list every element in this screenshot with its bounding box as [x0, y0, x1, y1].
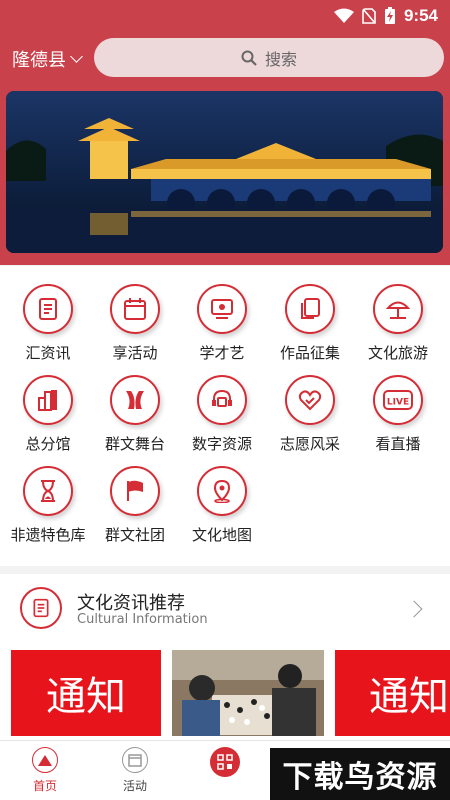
grid-item-works[interactable]: 作品征集 — [266, 266, 354, 362]
header-background: 9:54 隆德县 搜索 — [0, 0, 450, 265]
grid-item-activities[interactable]: 享活动 — [91, 266, 179, 362]
tab-label: 活动 — [122, 779, 147, 793]
live-icon: LIVE — [373, 375, 423, 425]
location-label: 隆德县 — [12, 50, 66, 71]
activity-icon — [122, 747, 148, 773]
qr-scan-icon — [210, 747, 240, 777]
headset-screen-icon — [197, 375, 247, 425]
tab-label: 首页 — [32, 779, 57, 793]
tab-scan[interactable] — [190, 747, 260, 781]
grid-label: 文化地图 — [191, 526, 252, 544]
search-icon — [241, 50, 257, 66]
function-grid: 汇资讯 享活动 学才艺 作品征集 文化旅游 总分馆 群文舞台 数字资源 志愿风采… — [0, 266, 450, 566]
location-selector[interactable]: 隆德县 — [12, 46, 83, 72]
search-bar[interactable]: 搜索 — [94, 38, 444, 77]
files-icon — [285, 284, 335, 334]
grid-item-live[interactable]: LIVE 看直播 — [354, 357, 442, 453]
beach-umbrella-icon — [373, 284, 423, 334]
home-icon — [32, 747, 58, 773]
recommend-section: 文化资讯推荐 Cultural Information 通知 通知 — [0, 574, 450, 740]
grid-item-branches[interactable]: 总分馆 — [4, 357, 92, 453]
flag-icon — [110, 466, 160, 516]
chess-players-photo — [172, 650, 324, 736]
battery-charging-icon — [384, 7, 395, 24]
news-card[interactable]: 通知 — [335, 650, 450, 736]
news-card-photo[interactable] — [172, 650, 324, 736]
wifi-icon — [333, 8, 354, 23]
map-pin-icon — [197, 466, 247, 516]
chevron-down-icon — [70, 50, 83, 63]
grid-item-map[interactable]: 文化地图 — [178, 448, 266, 544]
grid-label: 非遗特色库 — [10, 526, 86, 544]
teacher-board-icon — [197, 284, 247, 334]
grid-item-stage[interactable]: 群文舞台 — [91, 357, 179, 453]
watermark: 下载鸟资源 — [270, 748, 450, 800]
grid-item-digital[interactable]: 数字资源 — [178, 357, 266, 453]
bridge-night-photo — [6, 91, 443, 253]
calendar-icon — [110, 284, 160, 334]
grid-item-heritage[interactable]: 非遗特色库 — [4, 448, 92, 544]
news-carousel[interactable]: 通知 通知 — [11, 650, 450, 736]
tab-activity[interactable]: 活动 — [100, 747, 170, 794]
news-card-text: 通知 — [46, 674, 126, 720]
news-document-icon — [20, 587, 62, 629]
buildings-icon — [23, 375, 73, 425]
no-sim-icon — [362, 8, 376, 24]
section-subtitle: Cultural Information — [77, 612, 208, 627]
news-card-text: 通知 — [369, 674, 449, 720]
banner-image[interactable] — [6, 91, 443, 253]
grid-label: 群文社团 — [104, 526, 165, 544]
chevron-right-icon[interactable] — [405, 600, 423, 618]
grid-item-clubs[interactable]: 群文社团 — [91, 448, 179, 544]
grid-label: 志愿风采 — [279, 435, 340, 453]
svg-text:LIVE: LIVE — [387, 398, 409, 408]
document-icon — [23, 284, 73, 334]
stage-curtain-icon — [110, 375, 160, 425]
grid-item-talent[interactable]: 学才艺 — [178, 266, 266, 362]
search-placeholder: 搜索 — [264, 49, 297, 69]
grid-label: 看直播 — [375, 435, 421, 453]
grid-item-news[interactable]: 汇资讯 — [4, 266, 92, 362]
status-time: 9:54 — [403, 6, 438, 25]
tab-home[interactable]: 首页 — [10, 747, 80, 794]
heart-handshake-icon — [285, 375, 335, 425]
news-card[interactable]: 通知 — [11, 650, 161, 736]
grid-item-tourism[interactable]: 文化旅游 — [354, 266, 442, 362]
grid-item-volunteer[interactable]: 志愿风采 — [266, 357, 354, 453]
hourglass-icon — [23, 466, 73, 516]
status-bar: 9:54 — [0, 0, 450, 32]
